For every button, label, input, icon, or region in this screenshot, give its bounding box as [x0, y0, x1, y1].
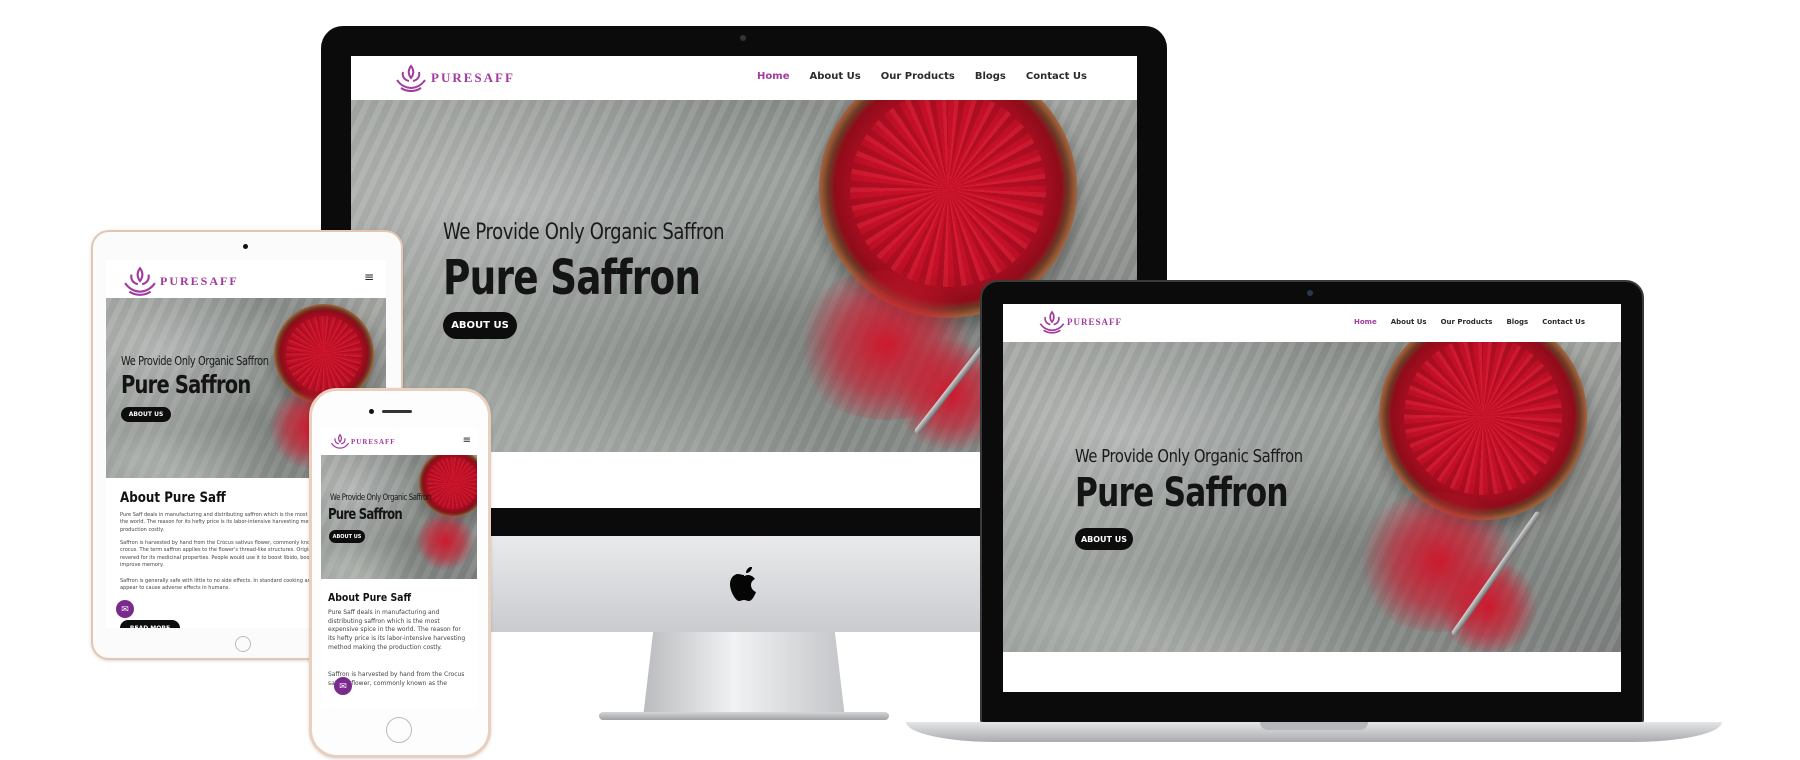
tablet-logo-text: PURESAFF — [160, 273, 239, 288]
laptop-hero: We Provide Only Organic Saffron Pure Saf… — [1003, 342, 1621, 652]
imac-logo-text: PURESAFF — [431, 70, 515, 85]
lotus-flame-icon — [124, 266, 156, 296]
hero-subtitle: We Provide Only Organic Saffron — [1075, 446, 1303, 467]
saffron-spill — [415, 511, 475, 571]
chat-bubble-icon[interactable]: ✉ — [334, 677, 352, 695]
phone-screen: PURESAFF ≡ We Provide Only Organic Saffr… — [321, 429, 477, 709]
saffron-bowl-image — [1379, 342, 1587, 520]
phone-hero: We Provide Only Organic Saffron Pure Saf… — [321, 455, 477, 579]
laptop-logo[interactable]: PURESAFF — [1037, 308, 1122, 336]
menu-icon[interactable]: ≡ — [364, 270, 374, 284]
apple-logo-icon — [730, 567, 756, 601]
imac-camera — [740, 35, 746, 41]
laptop-screen: PURESAFF Home About Us Our Products Blog… — [1003, 304, 1621, 692]
nav-our-products[interactable]: Our Products — [1441, 318, 1493, 326]
nav-home[interactable]: Home — [1354, 318, 1377, 326]
about-title: About Pure Saff — [328, 591, 412, 604]
hero-title: Pure Saffron — [1075, 470, 1289, 516]
nav-about-us[interactable]: About Us — [810, 71, 861, 82]
lotus-flame-icon — [330, 433, 350, 449]
hero-title: Pure Saffron — [443, 250, 701, 306]
nav-home[interactable]: Home — [757, 71, 789, 82]
phone-logo-text: PURESAFF — [351, 438, 396, 446]
about-us-button[interactable]: ABOUT US — [329, 530, 365, 543]
tablet-home-button[interactable] — [235, 636, 251, 652]
about-us-button[interactable]: ABOUT US — [121, 407, 171, 422]
nav-our-products[interactable]: Our Products — [881, 71, 955, 82]
phone-navbar: PURESAFF ≡ — [321, 429, 477, 455]
hero-subtitle: We Provide Only Organic Saffron — [121, 354, 269, 368]
imac-stand-base — [599, 712, 889, 720]
laptop-menu: Home About Us Our Products Blogs Contact… — [1354, 318, 1585, 326]
read-more-button[interactable]: READ MORE — [120, 620, 180, 628]
phone-speaker — [382, 410, 412, 413]
saffron-spill — [1433, 562, 1543, 652]
laptop-notch — [1260, 722, 1368, 730]
phone-device: PURESAFF ≡ We Provide Only Organic Saffr… — [309, 388, 491, 758]
nav-contact-us[interactable]: Contact Us — [1542, 318, 1585, 326]
imac-stand — [643, 632, 845, 718]
phone-logo[interactable]: PURESAFF — [329, 432, 396, 452]
about-us-button[interactable]: ABOUT US — [1075, 528, 1133, 550]
laptop-navbar: PURESAFF Home About Us Our Products Blog… — [1003, 304, 1621, 342]
tablet-navbar: PURESAFF ≡ — [106, 260, 386, 298]
nav-blogs[interactable]: Blogs — [1506, 318, 1528, 326]
imac-navbar: PURESAFF Home About Us Our Products Blog… — [351, 56, 1137, 100]
phone-home-button[interactable] — [386, 717, 412, 743]
tablet-camera — [243, 244, 248, 249]
hero-subtitle: We Provide Only Organic Saffron — [330, 493, 431, 503]
about-paragraph: Pure Saff deals in manufacturing and dis… — [328, 609, 466, 651]
phone-camera — [369, 409, 374, 414]
saffron-bowl-image — [419, 455, 477, 517]
hero-subtitle: We Provide Only Organic Saffron — [443, 220, 725, 245]
imac-menu: Home About Us Our Products Blogs Contact… — [757, 71, 1087, 82]
menu-icon[interactable]: ≡ — [463, 435, 471, 446]
chat-bubble-icon[interactable]: ✉ — [116, 600, 134, 618]
lotus-flame-icon — [396, 64, 426, 93]
lotus-flame-icon — [1039, 310, 1065, 334]
hero-title: Pure Saffron — [121, 370, 251, 399]
about-title: About Pure Saff — [120, 490, 226, 506]
nav-blogs[interactable]: Blogs — [975, 71, 1006, 82]
about-us-button[interactable]: ABOUT US — [443, 312, 517, 339]
imac-logo[interactable]: PURESAFF — [393, 62, 515, 94]
hero-title: Pure Saffron — [328, 505, 403, 523]
laptop-logo-text: PURESAFF — [1067, 317, 1122, 327]
laptop-camera — [1307, 290, 1313, 296]
nav-about-us[interactable]: About Us — [1391, 318, 1427, 326]
nav-contact-us[interactable]: Contact Us — [1026, 71, 1087, 82]
laptop-device: PURESAFF Home About Us Our Products Blog… — [906, 280, 1722, 750]
tablet-logo[interactable]: PURESAFF — [120, 264, 239, 298]
